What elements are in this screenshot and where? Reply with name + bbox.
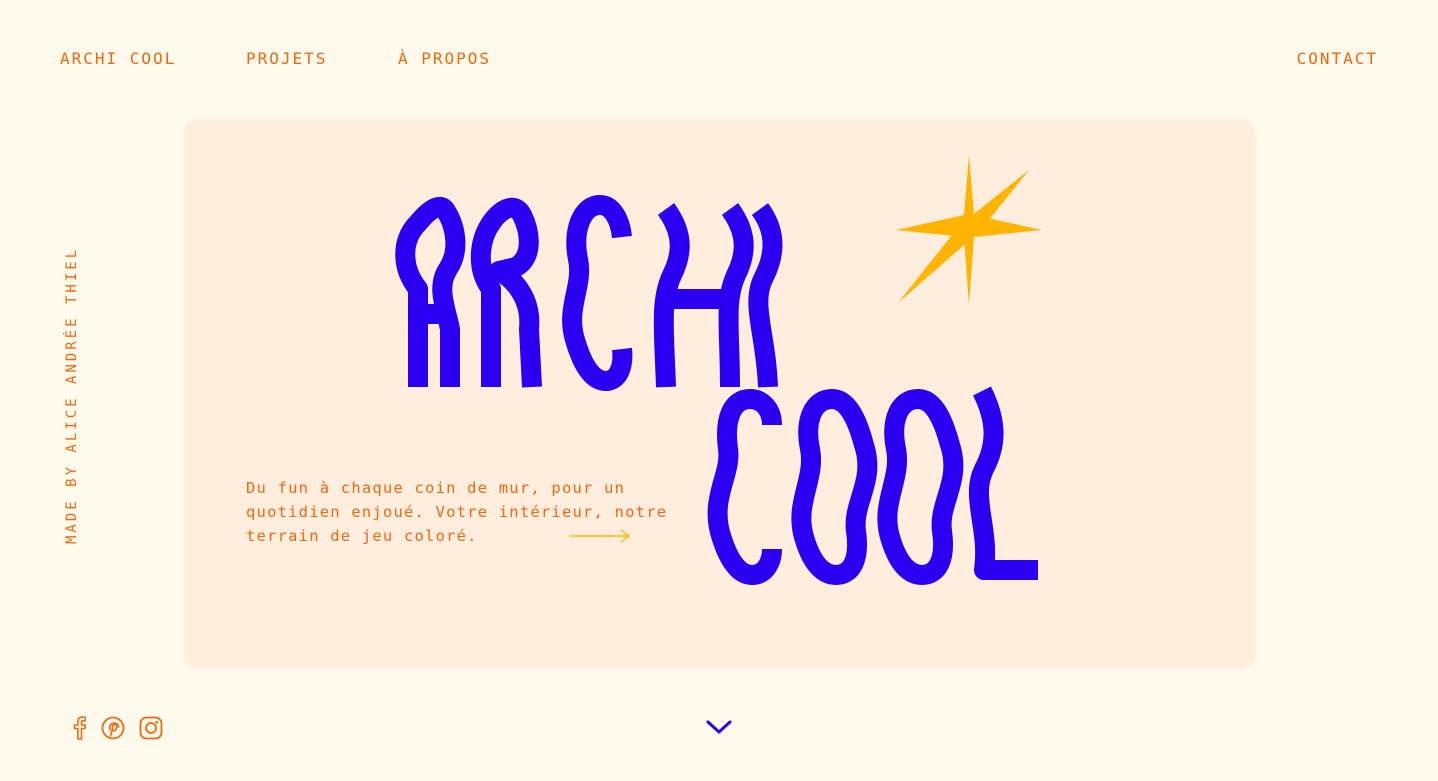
credit-text: MADE BY ALICE ANDRÉE THIEL	[64, 246, 80, 544]
wordmark-letter-c	[562, 195, 633, 391]
page: ARCHI COOL PROJETS À PROPOS CONTACT MADE…	[0, 0, 1438, 781]
wordmark-letter-i	[748, 203, 783, 388]
facebook-icon[interactable]	[64, 713, 94, 743]
nav-contact-link[interactable]: CONTACT	[1297, 49, 1378, 69]
nav-apropos-link[interactable]: À PROPOS	[398, 49, 491, 69]
pinterest-icon[interactable]	[98, 713, 128, 743]
instagram-icon[interactable]	[136, 713, 166, 743]
nav-brand-link[interactable]: ARCHI COOL	[60, 49, 176, 69]
wordmark-letter-o	[791, 389, 878, 585]
nav-projets-link[interactable]: PROJETS	[246, 49, 327, 69]
sparkle-star-icon	[896, 155, 1042, 305]
hero-card: Du fun à chaque coin de mur, pour un quo…	[184, 119, 1255, 669]
wordmark-letter-a	[395, 197, 466, 387]
wordmark-letter-c2	[707, 389, 782, 585]
wordmark-letter-h	[653, 203, 754, 388]
hero-wordmark	[395, 155, 1042, 585]
wordmark-letter-l	[968, 386, 1038, 580]
arrow-right-icon[interactable]	[570, 528, 632, 547]
chevron-down-icon[interactable]	[704, 714, 734, 740]
wordmark-letter-o2	[877, 389, 964, 585]
wordmark-letter-r	[470, 197, 542, 388]
